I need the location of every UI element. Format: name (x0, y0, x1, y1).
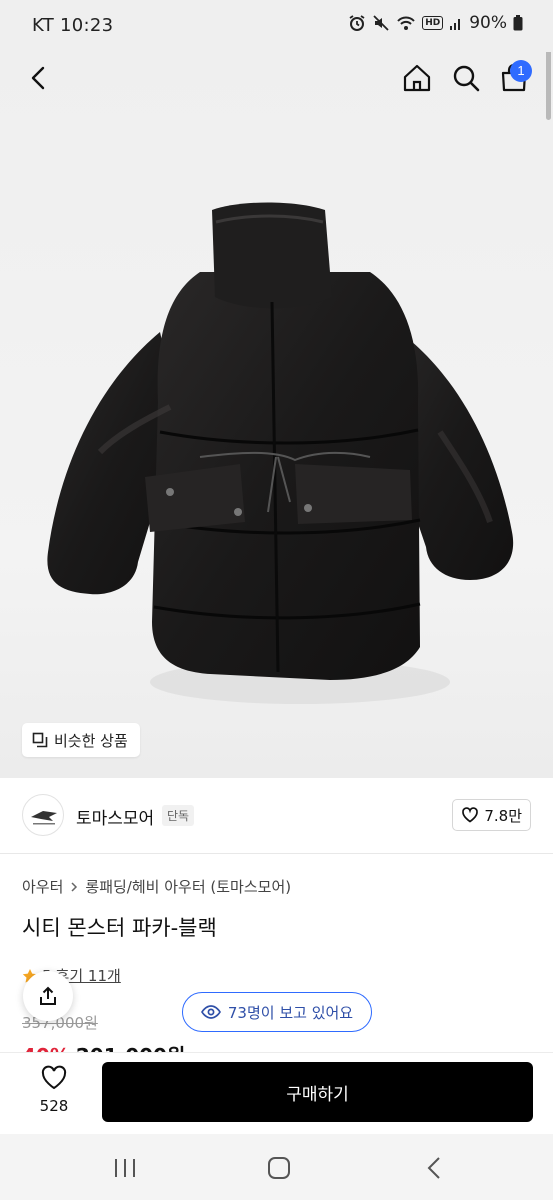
status-bar: KT 10:23 HD 90% (0, 0, 553, 52)
brand-like-count: 7.8만 (484, 806, 522, 825)
product-title: 시티 몬스터 파카-블랙 (22, 916, 217, 940)
carrier-time: KT 10:23 (32, 15, 114, 36)
similar-products-label: 비슷한 상품 (54, 731, 128, 750)
search-icon (453, 65, 480, 92)
share-icon (40, 986, 56, 1005)
hd-badge: HD (422, 16, 444, 30)
battery-text: 90% (469, 13, 507, 33)
viewers-label: 73명이 보고 있어요 (227, 1003, 354, 1022)
scrollbar[interactable] (546, 52, 551, 120)
wifi-icon (396, 14, 416, 32)
breadcrumb: 아우터 롱패딩/헤비 아우터 (토마스모어) (22, 876, 291, 897)
exclusive-tag: 단독 (162, 805, 195, 826)
brand-like-button[interactable]: 7.8만 (452, 799, 531, 831)
eye-icon (200, 1005, 221, 1019)
battery-icon (513, 15, 523, 31)
recent-apps-button[interactable] (110, 1154, 140, 1182)
home-icon (403, 64, 431, 92)
back-nav-button[interactable] (420, 1154, 450, 1182)
chevron-right-icon (71, 881, 78, 892)
status-icons: HD 90% (348, 13, 523, 33)
brand-name[interactable]: 토마스모어 (76, 804, 154, 829)
mute-icon (372, 14, 390, 32)
system-nav-bar (0, 1134, 553, 1200)
back-nav-icon (427, 1157, 440, 1179)
top-nav: 1 (0, 52, 553, 120)
wishlist-count: 528 (39, 1097, 69, 1115)
wishlist-button[interactable]: 528 (28, 1065, 80, 1115)
home-nav-button[interactable] (264, 1154, 294, 1182)
buy-button[interactable]: 구매하기 (102, 1062, 533, 1122)
brand-logo[interactable] (22, 794, 64, 836)
similar-products-button[interactable]: 비슷한 상품 (22, 723, 140, 757)
alarm-icon (348, 14, 366, 32)
back-button[interactable] (24, 62, 54, 94)
similar-icon (32, 732, 48, 748)
signal-icon (449, 15, 463, 31)
cart-count-badge: 1 (510, 60, 532, 82)
home-button[interactable] (401, 62, 433, 94)
product-image-area[interactable]: 1 비슷한 상품 (0, 52, 553, 778)
heart-icon (41, 1065, 67, 1090)
home-nav-icon (268, 1157, 290, 1179)
viewers-pill: 73명이 보고 있어요 (182, 992, 372, 1032)
purchase-bar: 528 구매하기 (0, 1052, 553, 1134)
heart-icon (462, 807, 479, 823)
share-button[interactable] (23, 971, 73, 1021)
breadcrumb-item[interactable]: 롱패딩/헤비 아우터 (토마스모어) (85, 876, 291, 897)
search-button[interactable] (450, 62, 482, 94)
recent-apps-icon (115, 1159, 135, 1177)
back-icon (31, 66, 45, 90)
product-photo (47, 202, 514, 704)
breadcrumb-item[interactable]: 아우터 (22, 876, 63, 897)
brand-row: 토마스모어 단독 7.8만 (0, 778, 553, 854)
